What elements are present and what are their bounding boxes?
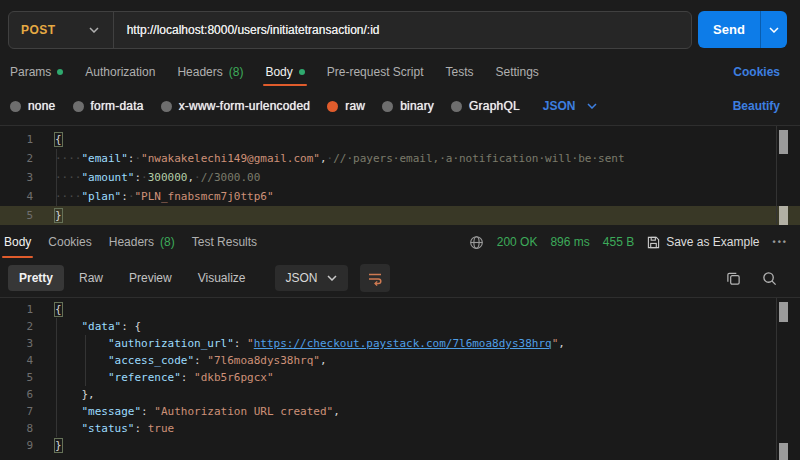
line-number: 6 <box>0 386 33 403</box>
chevron-down-icon <box>769 27 779 33</box>
params-active-dot <box>57 69 63 75</box>
line-number: 7 <box>0 403 33 420</box>
code-line: 3····"amount":·300000,·//3000.00 <box>0 168 800 187</box>
url-container: POST http://localhost:8000/users/initiat… <box>8 11 692 49</box>
wrap-line-icon <box>367 271 383 286</box>
line-number: 5 <box>0 206 33 225</box>
view-pretty[interactable]: Pretty <box>8 265 64 291</box>
request-tabs: Params Authorization Headers(8) Body Pre… <box>0 57 800 87</box>
cookies-link[interactable]: Cookies <box>733 65 780 79</box>
more-icon[interactable]: ••• <box>773 237 788 247</box>
save-icon <box>647 236 660 249</box>
radio-icon <box>10 101 21 112</box>
line-number: 8 <box>0 420 33 437</box>
line-number: 3 <box>0 335 33 352</box>
method-dropdown[interactable]: POST <box>9 12 113 48</box>
tab-body[interactable]: Body <box>265 57 304 87</box>
send-button[interactable]: Send <box>698 11 787 48</box>
status-code[interactable]: 200 OK <box>497 235 538 249</box>
request-url-row: POST http://localhost:8000/users/initiat… <box>0 0 800 57</box>
line-number: 5 <box>0 369 33 386</box>
response-tab-cookies[interactable]: Cookies <box>48 225 91 259</box>
save-as-example-button[interactable]: Save as Example <box>647 235 759 249</box>
scrollbar-marker <box>779 443 788 460</box>
radio-selected-icon <box>327 101 338 112</box>
radio-icon <box>73 101 84 112</box>
url-input[interactable]: http://localhost:8000/users/initiatetran… <box>114 23 393 37</box>
code-line: 5 "reference": "dkb5r6pgcx" <box>0 369 800 386</box>
response-views-row: Pretty Raw Preview Visualize JSON <box>0 259 800 297</box>
line-number: 4 <box>0 352 33 369</box>
code-line: 5} <box>0 206 800 225</box>
content-type-dropdown[interactable]: JSON <box>543 99 597 113</box>
tab-headers[interactable]: Headers(8) <box>177 57 243 87</box>
response-tabs: Body Cookies Headers(8) Test Results 200… <box>0 225 800 259</box>
line-number: 9 <box>0 437 33 454</box>
code-line: 6 }, <box>0 386 800 403</box>
line-number: 3 <box>0 168 33 187</box>
line-number: 1 <box>0 130 33 149</box>
tab-tests[interactable]: Tests <box>445 57 473 87</box>
response-body-viewer[interactable]: 1{2 "data": {3 "authorization_url": "htt… <box>0 297 800 460</box>
radio-icon <box>161 101 172 112</box>
code-line: 2 "data": { <box>0 318 800 335</box>
view-visualize[interactable]: Visualize <box>187 265 257 291</box>
editor-scrollbar[interactable] <box>779 130 788 154</box>
code-line: 4····"plan":·"PLN_fnabsmcm7j0ttp6" <box>0 187 800 206</box>
search-icon[interactable] <box>762 271 777 286</box>
method-label: POST <box>21 23 56 37</box>
response-status-bar: 200 OK 896 ms 455 B Save as Example ••• <box>469 235 788 250</box>
copy-icon[interactable] <box>726 271 741 286</box>
radio-none[interactable]: none <box>10 99 56 113</box>
code-line: 1{ <box>0 301 800 318</box>
code-line: 2····"email":·"nwakakelechi149@gmail.com… <box>0 149 800 168</box>
response-time[interactable]: 896 ms <box>550 235 589 249</box>
body-active-dot <box>299 69 305 75</box>
code-line: 7 "message": "Authorization URL created"… <box>0 403 800 420</box>
tab-params[interactable]: Params <box>10 57 63 87</box>
code-line: 1{ <box>0 130 800 149</box>
response-tab-body[interactable]: Body <box>4 225 31 259</box>
radio-form-data[interactable]: form-data <box>73 99 144 113</box>
tab-pre-request-script[interactable]: Pre-request Script <box>327 57 424 87</box>
line-number: 4 <box>0 187 33 206</box>
code-line: 9} <box>0 437 800 454</box>
scrollbar-track <box>776 126 777 224</box>
chevron-down-icon <box>89 27 99 33</box>
request-body-editor[interactable]: 1{2····"email":·"nwakakelechi149@gmail.c… <box>0 125 800 225</box>
scrollbar-track <box>776 298 777 460</box>
send-label[interactable]: Send <box>698 11 760 48</box>
view-preview[interactable]: Preview <box>118 265 183 291</box>
radio-binary[interactable]: binary <box>382 99 434 113</box>
radio-graphql[interactable]: GraphQL <box>451 99 520 113</box>
beautify-link[interactable]: Beautify <box>733 99 780 113</box>
wrap-line-button[interactable] <box>360 264 390 292</box>
radio-raw[interactable]: raw <box>327 99 365 113</box>
response-size[interactable]: 455 B <box>603 235 634 249</box>
body-type-row: none form-data x-www-form-urlencoded raw… <box>0 87 800 125</box>
line-number: 1 <box>0 301 33 318</box>
radio-x-www-form-urlencoded[interactable]: x-www-form-urlencoded <box>161 99 311 113</box>
line-number: 2 <box>0 318 33 335</box>
radio-icon <box>451 101 462 112</box>
code-line: 4 "access_code": "7l6moa8dys38hrq", <box>0 352 800 369</box>
tab-settings[interactable]: Settings <box>496 57 539 87</box>
view-raw[interactable]: Raw <box>68 265 114 291</box>
tab-authorization[interactable]: Authorization <box>85 57 155 87</box>
chevron-down-icon <box>587 103 597 109</box>
response-format-dropdown[interactable]: JSON <box>275 265 348 291</box>
globe-icon <box>469 235 484 250</box>
line-number: 2 <box>0 149 33 168</box>
response-tab-headers[interactable]: Headers(8) <box>109 225 175 259</box>
radio-icon <box>382 101 393 112</box>
response-tab-test-results[interactable]: Test Results <box>192 225 257 259</box>
editor-scrollbar[interactable] <box>779 302 788 322</box>
code-line: 8 "status": true <box>0 420 800 437</box>
send-options-button[interactable] <box>761 11 787 48</box>
code-line: 3 "authorization_url": "https://checkout… <box>0 335 800 352</box>
chevron-down-icon <box>327 275 337 281</box>
scrollbar-marker <box>779 206 788 225</box>
